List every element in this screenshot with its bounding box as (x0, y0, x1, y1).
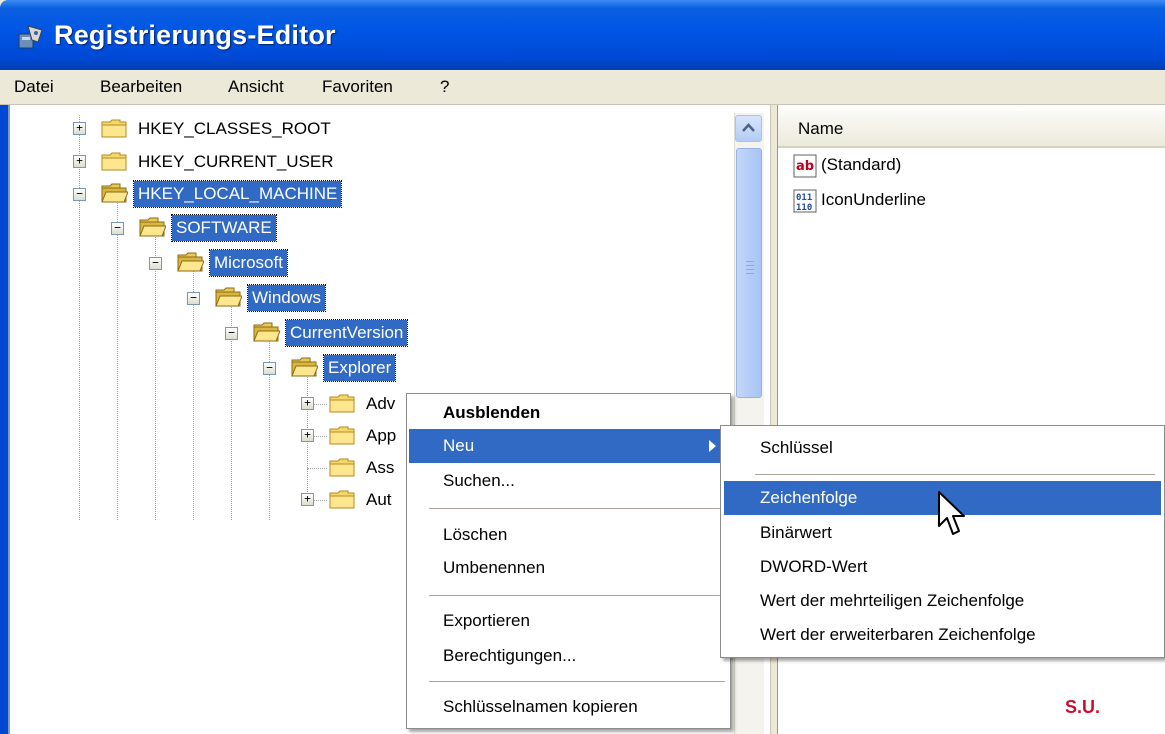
tree-node-hkey-classes-root[interactable]: HKEY_CLASSES_ROOT (134, 116, 335, 142)
tree-line (155, 235, 156, 520)
tree-node-aut[interactable]: Aut (362, 487, 396, 513)
menu-help[interactable]: ? (440, 77, 449, 97)
collapse-icon[interactable]: − (225, 327, 238, 340)
tree-node-adv[interactable]: Adv (362, 391, 399, 417)
svg-text:011: 011 (796, 193, 812, 203)
tree-node-microsoft[interactable]: Microsoft (209, 249, 288, 277)
expand-icon[interactable]: + (301, 429, 314, 442)
tree-node-explorer[interactable]: Explorer (322, 354, 397, 382)
tree-node-software[interactable]: SOFTWARE (171, 214, 277, 242)
menu-separator (429, 681, 725, 682)
menu-item-umbenennen[interactable]: Umbenennen (409, 551, 728, 585)
open-folder-icon (291, 357, 318, 377)
menu-item-neu-label: Neu (443, 436, 475, 455)
window-title: Registrierungs-Editor (54, 20, 336, 50)
svg-text:ab: ab (796, 159, 814, 174)
menu-item-exportieren[interactable]: Exportieren (409, 604, 728, 638)
scroll-up-button[interactable] (735, 115, 762, 142)
tree-line (117, 200, 118, 520)
column-header-name[interactable]: Name (778, 110, 1165, 148)
collapse-icon[interactable]: − (263, 362, 276, 375)
open-folder-icon (215, 287, 242, 307)
title-bar[interactable]: Registrierungs-Editor (0, 0, 1165, 70)
tree-line (307, 468, 327, 469)
string-value-icon: ab (793, 154, 817, 178)
menu-favoriten[interactable]: Favoriten (322, 77, 393, 97)
context-menu: Ausblenden Neu Suchen... Löschen Umbenen… (406, 393, 731, 729)
expand-icon[interactable]: + (301, 493, 314, 506)
binary-value-icon: 011110 (793, 189, 817, 213)
folder-icon (101, 119, 127, 138)
scroll-thumb[interactable] (736, 148, 762, 398)
tree-node-hkey-local-machine[interactable]: HKEY_LOCAL_MACHINE (132, 180, 343, 208)
open-folder-icon (253, 322, 280, 342)
menu-item-schluesselnamen-kopieren[interactable]: Schlüsselnamen kopieren (409, 690, 728, 724)
expand-icon[interactable]: + (73, 122, 86, 135)
tree-node-windows[interactable]: Windows (247, 284, 326, 312)
tree-node-hkey-current-user[interactable]: HKEY_CURRENT_USER (134, 149, 338, 175)
chevron-up-icon (742, 123, 755, 132)
menu-separator (755, 474, 1155, 475)
menu-separator (429, 595, 725, 596)
menu-datei[interactable]: Datei (14, 77, 54, 97)
registry-editor-icon (18, 25, 43, 49)
column-header-label: Name (798, 119, 844, 138)
collapse-icon[interactable]: − (187, 292, 200, 305)
menu-ansicht[interactable]: Ansicht (228, 77, 284, 97)
menu-bar: Datei Bearbeiten Ansicht Favoriten ? (0, 70, 1165, 105)
expand-icon[interactable]: + (73, 155, 86, 168)
submenu-item-mehrteilige-zeichenfolge[interactable]: Wert der mehrteiligen Zeichenfolge (724, 584, 1161, 618)
submenu-item-schluessel[interactable]: Schlüssel (724, 431, 1161, 465)
folder-icon (101, 152, 127, 171)
submenu-arrow-icon (709, 440, 716, 452)
menu-separator (429, 508, 725, 509)
author-signature: S.U. (1065, 697, 1101, 717)
registry-editor-window: Registrierungs-Editor Datei Bearbeiten A… (0, 0, 1165, 734)
collapse-icon[interactable]: − (73, 188, 86, 201)
tree-line (79, 115, 80, 520)
open-folder-icon (177, 252, 204, 272)
menu-item-ausblenden[interactable]: Ausblenden (409, 396, 728, 430)
mouse-cursor-icon (938, 491, 965, 535)
submenu-item-erweiterbare-zeichenfolge[interactable]: Wert der erweiterbaren Zeichenfolge (724, 618, 1161, 652)
tree-node-app[interactable]: App (362, 423, 400, 449)
svg-text:110: 110 (796, 203, 812, 213)
value-name: IconUnderline (821, 190, 926, 209)
submenu-item-dword-wert[interactable]: DWORD-Wert (724, 550, 1161, 584)
folder-icon (329, 458, 355, 477)
tree-line (193, 270, 194, 520)
menu-bearbeiten[interactable]: Bearbeiten (100, 77, 182, 97)
folder-icon (329, 490, 355, 509)
tree-node-ass[interactable]: Ass (362, 455, 398, 481)
expand-icon[interactable]: + (301, 397, 314, 410)
value-name: (Standard) (821, 155, 902, 174)
open-folder-icon (101, 183, 128, 203)
menu-item-suchen[interactable]: Suchen... (409, 464, 728, 498)
menu-item-loeschen[interactable]: Löschen (409, 518, 728, 552)
menu-item-berechtigungen[interactable]: Berechtigungen... (409, 639, 728, 673)
collapse-icon[interactable]: − (149, 257, 162, 270)
menu-item-neu[interactable]: Neu (409, 429, 728, 463)
folder-icon (329, 394, 355, 413)
folder-icon (329, 426, 355, 445)
tree-node-currentversion[interactable]: CurrentVersion (284, 319, 409, 347)
collapse-icon[interactable]: − (111, 222, 124, 235)
window-frame-left (0, 70, 8, 734)
open-folder-icon (139, 217, 166, 237)
